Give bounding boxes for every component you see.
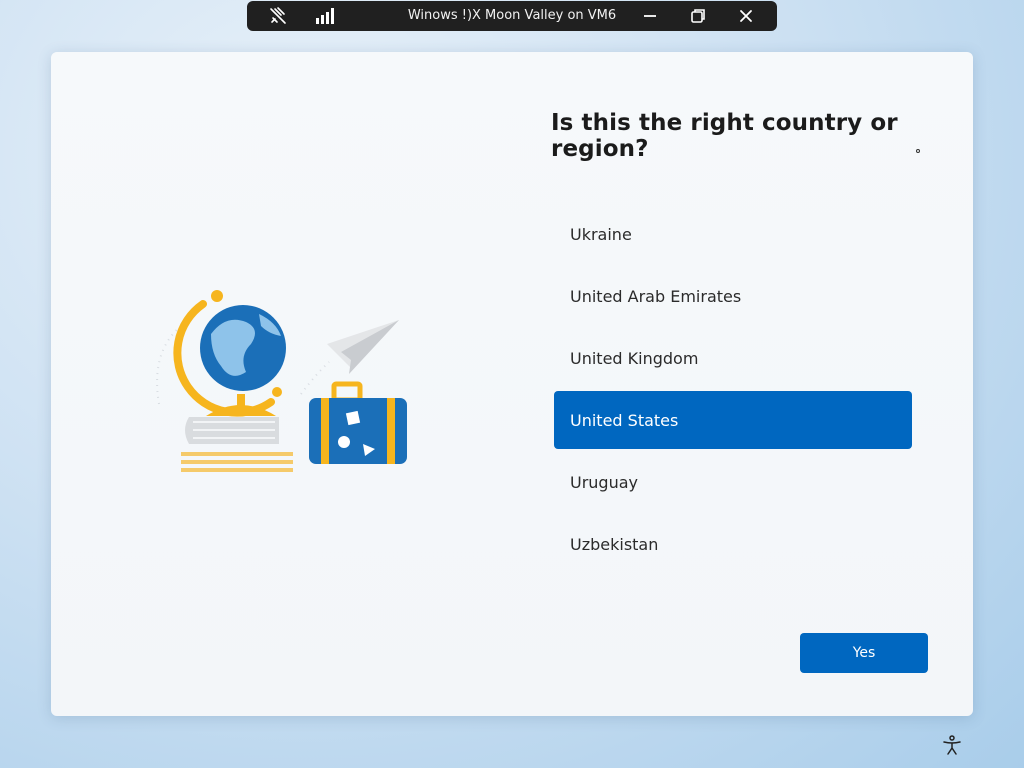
yes-button[interactable]: Yes [800,633,928,673]
country-item[interactable]: United States [554,391,912,449]
unpin-icon[interactable] [268,6,288,26]
country-item[interactable]: Uzbekistan [554,515,912,573]
paper-plane-illustration [327,320,399,374]
globe-illustration [156,290,407,472]
suitcase-illustration [309,381,407,464]
close-icon[interactable] [736,6,756,26]
accessibility-icon[interactable] [941,734,963,756]
page-title: Is this the right country or region? [551,110,898,162]
cursor-dot [916,149,920,153]
country-item[interactable]: United Kingdom [554,329,912,387]
country-item[interactable]: United Arab Emirates [554,267,912,325]
minimize-icon[interactable] [640,6,660,26]
country-list[interactable]: Ukraine United Arab Emirates United Kingdo… [554,205,912,577]
oobe-card: Is this the right country or region? Ukr… [51,52,973,716]
country-item[interactable]: Uruguay [554,453,912,511]
signal-bars-icon[interactable] [315,6,335,26]
restore-icon[interactable] [688,6,708,26]
remote-session-toolbar: Winows !)X Moon Valley on VM6 [247,1,777,31]
country-item[interactable]: Ukraine [554,205,912,263]
